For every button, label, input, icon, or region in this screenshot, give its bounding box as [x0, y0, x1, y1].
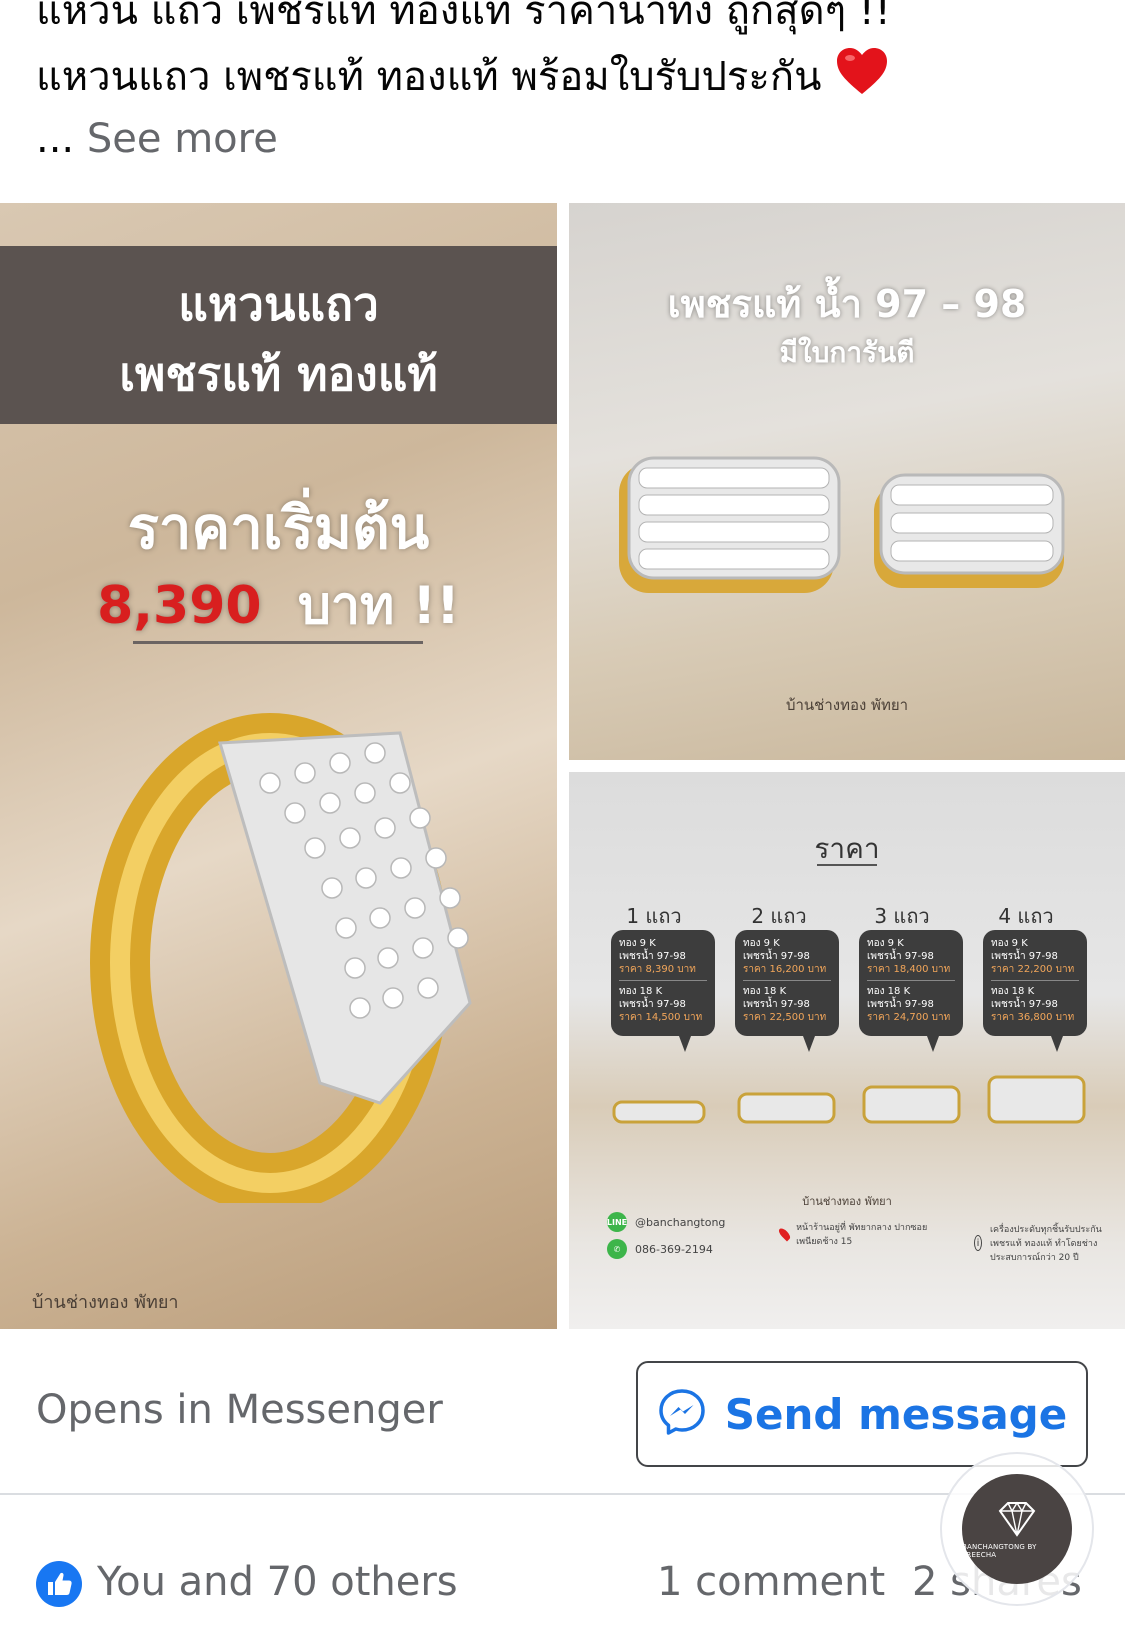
warranty-text: เครื่องประดับทุกชิ้นรับประกัน เพชรแท้ ทอ… — [989, 1225, 1102, 1263]
price-value: 8,390 — [97, 576, 262, 636]
see-more-link[interactable]: ... See more — [36, 116, 278, 162]
address-text: หน้าร้านอยู่ที่ พัทยากลาง ปากซอย เพนียดช… — [796, 1223, 928, 1247]
ring-row-graphic — [612, 1075, 1086, 1124]
ring-graphic-large — [90, 713, 472, 1203]
price-bubble-3: ทอง 9 K เพชรน้ำ 97-98 ราคา 18,400 บาท ทอ… — [859, 930, 963, 1052]
location-pin-icon — [777, 1226, 793, 1242]
bubble-4-separator — [991, 980, 1079, 981]
see-more-label: See more — [86, 116, 278, 162]
page-avatar: BANCHANGTONG BY PREECHA — [962, 1474, 1072, 1584]
avatar-brand-text: BANCHANGTONG BY PREECHA — [962, 1543, 1037, 1559]
bubble-3-diamond-a: เพชรน้ำ 97-98 — [867, 951, 934, 962]
bubble-2-diamond-b: เพชรน้ำ 97-98 — [743, 999, 810, 1010]
bubble-2-gold-18k: ทอง 18 K — [743, 986, 787, 997]
price-bubble-1: ทอง 9 K เพชรน้ำ 97-98 ราคา 8,390 บาท ทอง… — [611, 930, 715, 1052]
price-bubble-2: ทอง 9 K เพชรน้ำ 97-98 ราคา 16,200 บาท ทอ… — [735, 930, 839, 1052]
bubble-2-price-9k: ราคา 16,200 บาท — [743, 964, 827, 975]
page-avatar-bubble[interactable]: BANCHANGTONG BY PREECHA — [940, 1452, 1094, 1606]
post-line-2-text: แหวนแถว เพชรแท้ ทองแท้ พร้อมใบรับประกัน — [36, 54, 822, 100]
see-more-dots: ... — [36, 116, 75, 162]
line-contact: LINE @banchangtong — [607, 1212, 725, 1232]
price-table-title-rule — [817, 864, 877, 866]
bubble-3-separator — [867, 980, 955, 981]
post-line-1: แหวน แถว เพชรแท้ ทองแท้ ราคาน่าทึ่ง ถูกส… — [36, 0, 891, 34]
phone-number: 086-369-2194 — [635, 1242, 713, 1256]
row-label-1: 1 แถว — [626, 904, 682, 928]
reactions-count[interactable]: You and 70 others — [97, 1559, 458, 1605]
diamond-grade-title: เพชรแท้ น้ำ 97 – 98 — [667, 282, 1027, 326]
bubble-2-separator — [743, 980, 831, 981]
row-label-2: 2 แถว — [751, 904, 807, 928]
heart-icon — [835, 46, 889, 116]
bubble-4-gold-18k: ทอง 18 K — [991, 986, 1035, 997]
post-line-2: แหวนแถว เพชรแท้ ทองแท้ พร้อมใบรับประกัน — [36, 44, 1096, 116]
bubble-2-gold-9k: ทอง 9 K — [743, 938, 780, 949]
bubble-4-price-9k: ราคา 22,200 บาท — [991, 964, 1075, 975]
banner-line-1: แหวนแถว — [178, 277, 379, 331]
price-line: 8,390 บาท !! — [0, 563, 557, 646]
line-id: @banchangtong — [635, 1215, 726, 1229]
price-bubble-4: ทอง 9 K เพชรน้ำ 97-98 ราคา 22,200 บาท ทอ… — [983, 930, 1087, 1052]
row-label-4: 4 แถว — [998, 904, 1054, 928]
image-bottom-right[interactable]: ราคา 1 แถว 2 แถว 3 แถว 4 แถว ทอง 9 K เพช… — [569, 772, 1125, 1329]
bubble-1-price-18k: ราคา 14,500 บาท — [619, 1012, 703, 1023]
bubble-4-gold-9k: ทอง 9 K — [991, 938, 1028, 949]
opens-in-messenger: Opens in Messenger — [36, 1387, 443, 1433]
banner-line-2: เพชรแท้ ทองแท้ — [119, 347, 438, 401]
rings-graphic — [619, 456, 1065, 593]
bubble-1-gold-18k: ทอง 18 K — [619, 986, 663, 997]
post-media: แหวนแถว เพชรแท้ ทองแท้ ราคาเริ่มต้น 8,39… — [0, 203, 1125, 1329]
info-icon: i — [974, 1235, 982, 1251]
bubble-2-price-18k: ราคา 22,500 บาท — [743, 1012, 827, 1023]
send-message-label: Send message — [724, 1389, 1068, 1439]
bubble-2-diamond-a: เพชรน้ำ 97-98 — [743, 951, 810, 962]
bubble-4-diamond-a: เพชรน้ำ 97-98 — [991, 951, 1058, 962]
bubble-4-diamond-b: เพชรน้ำ 97-98 — [991, 999, 1058, 1010]
price-unit: บาท !! — [297, 576, 460, 636]
row-label-3: 3 แถว — [874, 904, 930, 928]
messenger-icon — [657, 1387, 707, 1441]
price-heading: ราคาเริ่มต้น — [127, 494, 430, 562]
price-rule — [133, 641, 423, 644]
guarantee-subtitle: มีใบการันตี — [779, 336, 915, 369]
like-reaction-icon[interactable] — [36, 1561, 82, 1611]
watermark-top-right: บ้านช่างทอง พัทยา — [785, 696, 909, 714]
bubble-1-gold-9k: ทอง 9 K — [619, 938, 656, 949]
image-banner: แหวนแถว เพชรแท้ ทองแท้ — [0, 246, 557, 424]
comments-count[interactable]: 1 comment — [657, 1559, 885, 1605]
phone-contact: ✆ 086-369-2194 — [607, 1239, 713, 1259]
line-app-icon: LINE — [607, 1212, 627, 1232]
bubble-1-separator — [619, 980, 707, 981]
bubble-1-price-9k: ราคา 8,390 บาท — [619, 964, 696, 975]
bubble-1-diamond-b: เพชรน้ำ 97-98 — [619, 999, 686, 1010]
bubble-4-price-18k: ราคา 36,800 บาท — [991, 1012, 1075, 1023]
image-top-right[interactable]: เพชรแท้ น้ำ 97 – 98 มีใบการันตี บ้านช่าง… — [569, 203, 1125, 760]
bubble-3-gold-9k: ทอง 9 K — [867, 938, 904, 949]
diamond-logo-icon — [998, 1501, 1036, 1537]
image-left[interactable]: แหวนแถว เพชรแท้ ทองแท้ ราคาเริ่มต้น 8,39… — [0, 203, 557, 1329]
shop-name: บ้านช่างทอง พัทยา — [802, 1195, 892, 1208]
post-text: แหวน แถว เพชรแท้ ทองแท้ ราคาน่าทึ่ง ถูกส… — [36, 0, 1096, 116]
bubble-3-diamond-b: เพชรน้ำ 97-98 — [867, 999, 934, 1010]
phone-icon: ✆ — [607, 1239, 627, 1259]
bubble-3-gold-18k: ทอง 18 K — [867, 986, 911, 997]
bubble-3-price-18k: ราคา 24,700 บาท — [867, 1012, 951, 1023]
bubble-1-diamond-a: เพชรน้ำ 97-98 — [619, 951, 686, 962]
bubble-3-price-9k: ราคา 18,400 บาท — [867, 964, 951, 975]
watermark-left: บ้านช่างทอง พัทยา — [32, 1292, 179, 1313]
address-contact: หน้าร้านอยู่ที่ พัทยากลาง ปากซอย เพนียดช… — [777, 1220, 931, 1248]
warranty-note: i เครื่องประดับทุกชิ้นรับประกัน เพชรแท้ … — [974, 1222, 1124, 1264]
